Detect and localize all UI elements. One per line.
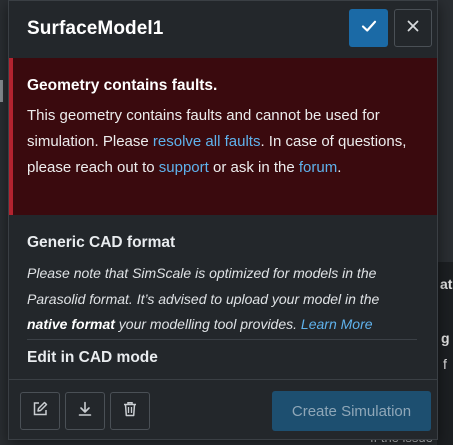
download-button[interactable]: [65, 392, 105, 430]
background-side-text-1: at: [440, 276, 453, 292]
learn-more-link[interactable]: Learn More: [301, 316, 373, 332]
forum-link[interactable]: forum: [299, 159, 337, 176]
delete-button[interactable]: [110, 392, 150, 430]
background-side-text-2: g: [441, 330, 450, 346]
cad-format-info: Generic CAD format Please note that SimS…: [9, 215, 437, 379]
error-title: Geometry contains faults.: [27, 77, 218, 94]
support-link[interactable]: support: [159, 159, 209, 176]
create-simulation-button[interactable]: Create Simulation: [272, 391, 431, 431]
resolve-faults-link[interactable]: resolve all faults: [153, 133, 261, 150]
info-text-1: Please note that SimScale is optimized f…: [27, 265, 380, 307]
native-format-emphasis: native format: [27, 316, 115, 332]
background-scroll-marker: [0, 80, 3, 102]
error-message: This geometry contains faults and cannot…: [27, 103, 423, 181]
confirm-button[interactable]: [349, 9, 388, 47]
edit-icon: [31, 400, 49, 423]
info-message: Please note that SimScale is optimized f…: [27, 261, 423, 338]
geometry-dialog: SurfaceModel1 Geometry contains faults. …: [8, 0, 438, 440]
dialog-title: SurfaceModel1: [27, 18, 164, 39]
info-text-2: your modelling tool provides.: [114, 316, 301, 332]
dialog-header: SurfaceModel1: [9, 1, 437, 57]
download-icon: [76, 400, 94, 423]
info-title: Generic CAD format: [27, 234, 176, 251]
edit-button[interactable]: [20, 392, 60, 430]
error-text-3: or ask in the: [208, 159, 299, 176]
fault-error-alert: Geometry contains faults. This geometry …: [9, 58, 437, 215]
background-side-text-3: f: [443, 356, 447, 372]
dialog-footer: Create Simulation: [9, 379, 437, 439]
check-icon: [360, 17, 378, 40]
trash-icon: [121, 400, 139, 423]
error-text-4: .: [337, 159, 342, 176]
background-side-panel: at g f: [437, 262, 453, 445]
close-button[interactable]: [394, 9, 432, 47]
close-icon: [406, 19, 420, 38]
section-divider: [27, 339, 417, 340]
edit-in-cad-mode-heading[interactable]: Edit in CAD mode: [27, 349, 158, 367]
